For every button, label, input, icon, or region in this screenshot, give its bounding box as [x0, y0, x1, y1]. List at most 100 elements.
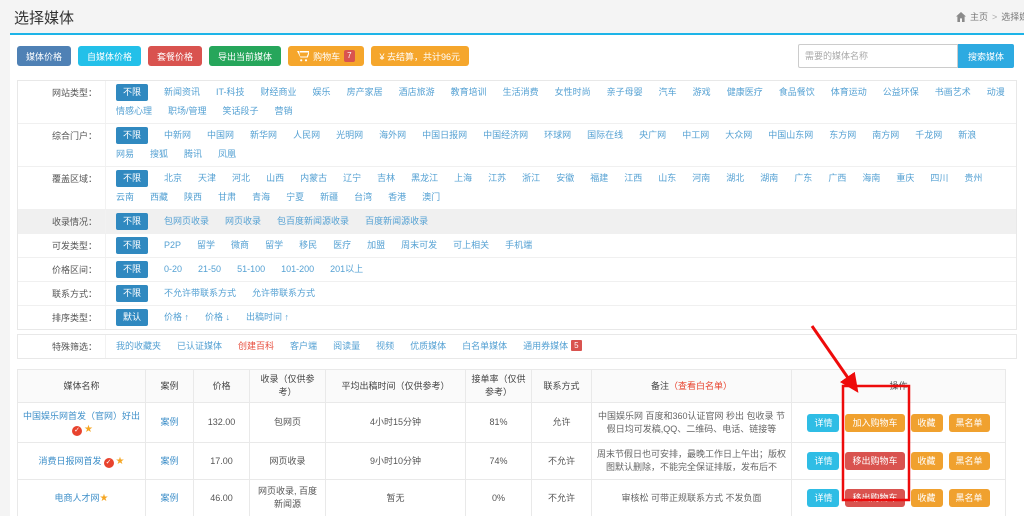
- filter-option[interactable]: 黑龙江: [411, 170, 438, 187]
- filter-option[interactable]: 包百度新闻源收录: [277, 213, 349, 230]
- filter-option[interactable]: 51-100: [237, 261, 265, 278]
- media-name-link[interactable]: 消费日报网首发: [39, 456, 102, 466]
- filter-option[interactable]: 宁夏: [286, 189, 304, 206]
- filter-option[interactable]: 天津: [198, 170, 216, 187]
- filter-option[interactable]: 生活消费: [503, 84, 539, 101]
- filter-option[interactable]: 营销: [275, 103, 293, 120]
- package-price-button[interactable]: 套餐价格: [148, 46, 202, 66]
- filter-option[interactable]: 不限: [116, 170, 148, 187]
- blacklist-button[interactable]: 黑名单: [949, 452, 990, 470]
- filter-option[interactable]: 网易: [116, 146, 134, 163]
- remove-from-cart-button[interactable]: 移出购物车: [845, 452, 904, 470]
- filter-option[interactable]: 情感心理: [116, 103, 152, 120]
- filter-option[interactable]: 海外网: [379, 127, 406, 144]
- filter-option[interactable]: 包网页收录: [164, 213, 209, 230]
- media-name-link[interactable]: 电商人才网: [55, 493, 100, 503]
- filter-option[interactable]: 不限: [116, 213, 148, 230]
- filter-option[interactable]: 河北: [232, 170, 250, 187]
- filter-option[interactable]: 中国山东网: [768, 127, 813, 144]
- filter-option[interactable]: 允许带联系方式: [252, 285, 315, 302]
- filter-option[interactable]: 浙江: [522, 170, 540, 187]
- media-price-button[interactable]: 媒体价格: [17, 46, 71, 66]
- blacklist-button[interactable]: 黑名单: [949, 489, 990, 507]
- filter-option[interactable]: 游戏: [693, 84, 711, 101]
- filter-option[interactable]: 河南: [692, 170, 710, 187]
- filter-option[interactable]: 央广网: [639, 127, 666, 144]
- filter-option[interactable]: 阅读量: [333, 338, 360, 355]
- filter-option[interactable]: 广东: [794, 170, 812, 187]
- filter-option[interactable]: 南方网: [872, 127, 899, 144]
- self-media-price-button[interactable]: 自媒体价格: [78, 46, 141, 66]
- detail-button[interactable]: 详情: [807, 414, 839, 432]
- filter-option[interactable]: 笑话段子: [223, 103, 259, 120]
- filter-option[interactable]: 环球网: [544, 127, 571, 144]
- filter-option[interactable]: 搜狐: [150, 146, 168, 163]
- filter-option[interactable]: 中国日报网: [422, 127, 467, 144]
- filter-option[interactable]: 澳门: [422, 189, 440, 206]
- export-current-media-button[interactable]: 导出当前媒体: [209, 46, 281, 66]
- filter-option[interactable]: 新华网: [250, 127, 277, 144]
- filter-option[interactable]: 千龙网: [915, 127, 942, 144]
- filter-option[interactable]: 手机端: [505, 237, 532, 254]
- filter-option[interactable]: 留学: [265, 237, 283, 254]
- filter-option[interactable]: 教育培训: [451, 84, 487, 101]
- cart-button[interactable]: 购物车7: [288, 46, 363, 66]
- filter-option[interactable]: 新闻资讯: [164, 84, 200, 101]
- filter-option[interactable]: 东方网: [829, 127, 856, 144]
- filter-option[interactable]: 价格 ↑: [164, 309, 189, 326]
- filter-option[interactable]: 不限: [116, 285, 148, 302]
- filter-option[interactable]: 体育运动: [831, 84, 867, 101]
- filter-option[interactable]: 微商: [231, 237, 249, 254]
- filter-option[interactable]: 周末可发: [401, 237, 437, 254]
- filter-option[interactable]: 房产家居: [347, 84, 383, 101]
- filter-option[interactable]: 江西: [624, 170, 642, 187]
- filter-option[interactable]: 健康医疗: [727, 84, 763, 101]
- media-search-input[interactable]: [798, 44, 958, 68]
- filter-option[interactable]: 山西: [266, 170, 284, 187]
- filter-option[interactable]: 广西: [828, 170, 846, 187]
- filter-option[interactable]: 甘肃: [218, 189, 236, 206]
- case-link[interactable]: 案例: [160, 456, 178, 466]
- filter-option[interactable]: 不限: [116, 237, 148, 254]
- filter-option[interactable]: 公益环保: [883, 84, 919, 101]
- filter-option[interactable]: 女性时尚: [555, 84, 591, 101]
- filter-option[interactable]: 我的收藏夹: [116, 338, 161, 355]
- filter-option[interactable]: 江苏: [488, 170, 506, 187]
- filter-option[interactable]: 光明网: [336, 127, 363, 144]
- case-link[interactable]: 案例: [160, 493, 178, 503]
- filter-option[interactable]: 视频: [376, 338, 394, 355]
- filter-option[interactable]: 腾讯: [184, 146, 202, 163]
- filter-option[interactable]: 不限: [116, 261, 148, 278]
- filter-option[interactable]: 201以上: [330, 261, 363, 278]
- media-name-link[interactable]: 中国娱乐网首发（官网）好出: [23, 411, 140, 421]
- filter-option[interactable]: 新疆: [320, 189, 338, 206]
- filter-option[interactable]: 福建: [590, 170, 608, 187]
- filter-option[interactable]: 21-50: [198, 261, 221, 278]
- filter-option[interactable]: 价格 ↓: [205, 309, 230, 326]
- filter-option[interactable]: 凤凰: [218, 146, 236, 163]
- blacklist-button[interactable]: 黑名单: [949, 414, 990, 432]
- filter-option[interactable]: IT-科技: [216, 84, 245, 101]
- add-to-cart-button[interactable]: 加入购物车: [845, 414, 904, 432]
- filter-option[interactable]: 可上相关: [453, 237, 489, 254]
- checkout-button[interactable]: ¥ 去结算，共计96元: [371, 46, 470, 66]
- filter-option[interactable]: 中国经济网: [483, 127, 528, 144]
- filter-option[interactable]: 大众网: [725, 127, 752, 144]
- filter-option[interactable]: 内蒙古: [300, 170, 327, 187]
- filter-option[interactable]: 创建百科: [238, 338, 274, 355]
- filter-option[interactable]: 书画艺术: [935, 84, 971, 101]
- filter-option[interactable]: 中工网: [682, 127, 709, 144]
- filter-option[interactable]: 亲子母婴: [607, 84, 643, 101]
- filter-option[interactable]: 国际在线: [587, 127, 623, 144]
- filter-option[interactable]: 台湾: [354, 189, 372, 206]
- filter-option[interactable]: 四川: [930, 170, 948, 187]
- filter-option[interactable]: 不允许带联系方式: [164, 285, 236, 302]
- filter-option[interactable]: 留学: [197, 237, 215, 254]
- filter-option[interactable]: 移民: [299, 237, 317, 254]
- favorite-button[interactable]: 收藏: [911, 489, 943, 507]
- filter-option[interactable]: 101-200: [281, 261, 314, 278]
- filter-option[interactable]: 白名单媒体: [462, 338, 507, 355]
- detail-button[interactable]: 详情: [807, 489, 839, 507]
- filter-option[interactable]: 娱乐: [313, 84, 331, 101]
- whitelist-link[interactable]: （查看白名单）: [669, 381, 732, 391]
